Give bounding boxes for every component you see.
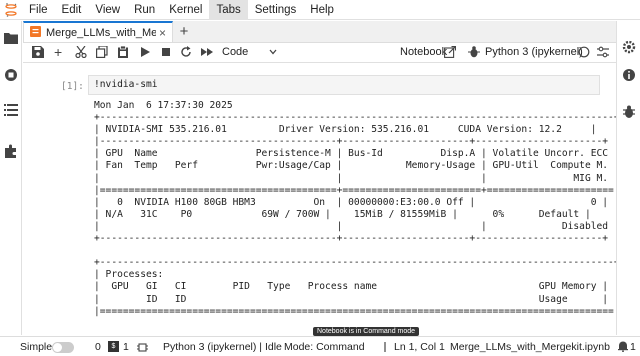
- table-of-contents-icon[interactable]: [4, 104, 18, 118]
- close-icon[interactable]: ×: [159, 26, 166, 40]
- notebook-toolbar: + Code Notebook Python 3 (ipykernel): [23, 43, 616, 63]
- simple-mode-toggle[interactable]: [52, 342, 74, 353]
- output-line: +---------------------------------------…: [94, 112, 616, 124]
- kernel-name[interactable]: Python 3 (ipykernel): [485, 46, 583, 58]
- open-external-icon[interactable]: [444, 45, 458, 60]
- right-sidebar: [616, 21, 640, 335]
- cell-output: Mon Jan 6 17:37:30 2025 +----------------…: [94, 100, 616, 318]
- property-inspector-icon[interactable]: [622, 68, 636, 82]
- notebook-icon: [30, 25, 41, 40]
- output-line: | | | MIG M. |: [94, 172, 616, 184]
- output-line: | GPU GI CI PID Type Process name GPU Me…: [94, 281, 609, 293]
- kernel-status-icon: [578, 46, 592, 60]
- mode-tooltip: Notebook is in Command mode: [313, 327, 420, 336]
- mode-indicator: Mode: Command: [284, 341, 365, 353]
- output-line: | 0 NVIDIA H100 80GB HBM3 On | 00000000:…: [94, 196, 609, 208]
- save-icon[interactable]: [32, 46, 46, 60]
- kernel-status[interactable]: Python 3 (ipykernel) | Idle: [163, 341, 282, 353]
- stop-icon[interactable]: [160, 46, 174, 60]
- output-line: Mon Jan 6 17:37:30 2025: [94, 100, 233, 111]
- extensions-icon[interactable]: [4, 144, 18, 158]
- menu-tabs[interactable]: Tabs: [209, 0, 248, 20]
- menu-file[interactable]: File: [22, 0, 55, 20]
- paste-icon[interactable]: [117, 45, 131, 60]
- output-line: | NVIDIA-SMI 535.216.01 Driver Version: …: [94, 124, 597, 136]
- output-line: +---------------------------------------…: [94, 257, 616, 269]
- running-kernels-icon[interactable]: [4, 68, 18, 82]
- menu-kernel[interactable]: Kernel: [162, 0, 209, 20]
- menu-bar: File Edit View Run Kernel Tabs Settings …: [0, 0, 640, 20]
- output-line: | Processes: |: [94, 269, 616, 281]
- code-cell-input[interactable]: !nvidia-smi: [88, 75, 600, 95]
- cursor-icon: [380, 342, 390, 355]
- output-line: | | | Disabled |: [94, 220, 616, 232]
- notification-count: 1: [630, 341, 636, 353]
- chevron-down-icon[interactable]: [268, 46, 278, 60]
- cut-icon[interactable]: [75, 45, 89, 60]
- debugger-icon[interactable]: [622, 105, 636, 119]
- kernel-icon: [137, 342, 148, 356]
- kernel-count: 1: [123, 341, 129, 353]
- settings-icon[interactable]: [597, 46, 611, 60]
- menu-view[interactable]: View: [88, 0, 127, 20]
- output-line: +---------------------------------------…: [94, 233, 609, 245]
- menu-run[interactable]: Run: [127, 0, 162, 20]
- run-icon[interactable]: [139, 46, 153, 60]
- menu-help[interactable]: Help: [303, 0, 341, 20]
- file-name: Merge_LLMs_with_Mergekit.ipynb: [450, 341, 610, 353]
- notebook-label: Notebook: [400, 46, 448, 58]
- terminal-count: 0: [95, 341, 101, 353]
- copy-icon[interactable]: [96, 45, 110, 60]
- notebook-content: [1]: !nvidia-smi Mon Jan 6 17:37:30 2025…: [23, 64, 616, 335]
- tab-notebook[interactable]: Merge_LLMs_with_Mergek ×: [23, 21, 173, 42]
- restart-icon[interactable]: [180, 46, 194, 60]
- folder-icon[interactable]: [4, 32, 18, 46]
- left-sidebar: [0, 21, 22, 335]
- menu-settings[interactable]: Settings: [248, 0, 304, 20]
- output-line: | N/A 31C P0 69W / 700W | 15MiB / 81559M…: [94, 208, 591, 220]
- fast-forward-icon[interactable]: [201, 46, 215, 60]
- output-line: |=======================================…: [94, 305, 616, 317]
- bell-icon[interactable]: [617, 340, 629, 353]
- simple-mode-label: Simple: [20, 341, 53, 353]
- cell-prompt: [1]:: [61, 81, 84, 92]
- output-line: | Fan Temp Perf Pwr:Usage/Cap | Memory-U…: [94, 160, 616, 172]
- cursor-position[interactable]: Ln 1, Col 1: [394, 341, 445, 353]
- output-line: | GPU Name Persistence-M | Bus-Id Disp.A…: [94, 148, 616, 160]
- tab-label: Merge_LLMs_with_Mergek: [46, 26, 156, 39]
- jupyter-logo-icon: [0, 0, 22, 20]
- output-line: | ID ID Usage |: [94, 293, 609, 305]
- bug-icon[interactable]: [468, 46, 482, 60]
- add-cell-icon[interactable]: +: [54, 45, 68, 60]
- tab-bar: Merge_LLMs_with_Mergek × +: [23, 21, 616, 43]
- gear-icon[interactable]: [622, 40, 636, 54]
- menu-edit[interactable]: Edit: [55, 0, 89, 20]
- output-line: |---------------------------------------…: [94, 136, 609, 148]
- terminal-icon: $: [108, 341, 119, 352]
- add-tab-button[interactable]: +: [173, 21, 195, 42]
- output-line: |=======================================…: [94, 184, 616, 196]
- cell-type-select[interactable]: Code: [222, 46, 248, 58]
- status-bar: Simple 0 $ 1 Python 3 (ipykernel) | Idle…: [0, 336, 640, 356]
